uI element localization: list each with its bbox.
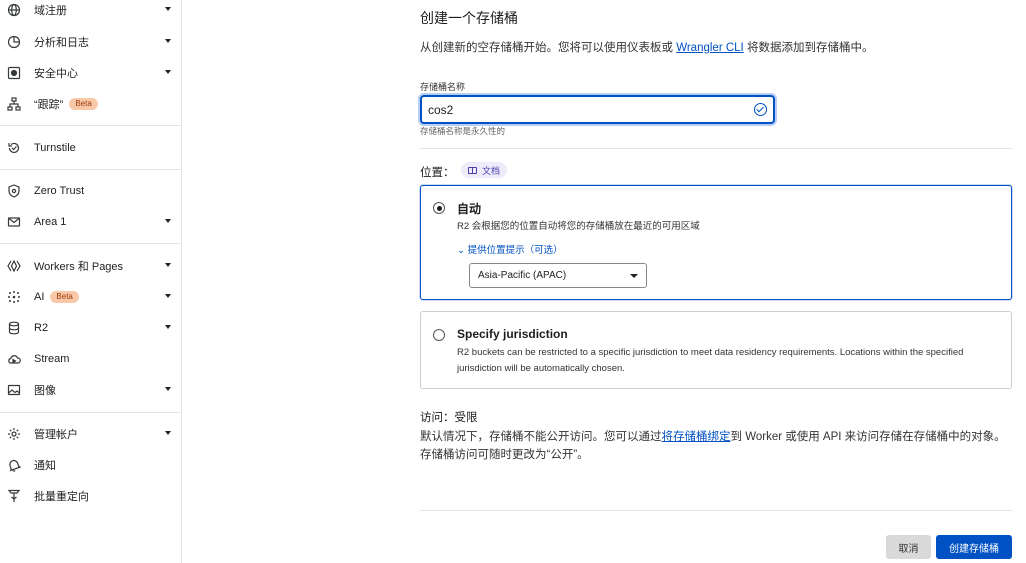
automatic-description: R2 会根据您的位置自动将您的存储桶放在最近的可用区域 [457,221,700,232]
page-subtitle: 从创建新的空存储桶开始。您将可以使用仪表板或 Wrangler CLI 将数据添… [420,39,873,55]
sidebar-item-stream[interactable]: Stream [0,345,181,373]
beta-badge: Beta [50,291,79,303]
sidebar-item-images[interactable]: 图像 [0,376,181,404]
location-hint-select[interactable]: Asia-Pacific (APAC) [469,263,647,288]
sidebar-item-manage-account[interactable]: 管理帐户 [0,420,181,448]
chevron-down-icon [165,263,171,267]
cancel-button[interactable]: 取消 [886,535,931,559]
sidebar-item-label: Workers 和 Pages [34,261,124,273]
database-icon [7,321,21,335]
bucket-name-label: 存储桶名称 [420,82,466,92]
chevron-down-icon [165,325,171,329]
automatic-radio[interactable] [433,202,445,214]
sidebar-item-label: “跟踪” [34,99,64,111]
page-title: 创建一个存储桶 [420,10,518,26]
globe-icon [7,3,21,17]
divider [420,510,1012,511]
jurisdiction-radio[interactable] [433,329,445,341]
chevron-down-icon [165,219,171,223]
sidebar-item-zero-trust[interactable]: Zero Trust [0,177,181,205]
chevron-down-icon [165,431,171,435]
subtitle-text: 将数据添加到存储桶中。 [743,42,874,54]
location-option-jurisdiction[interactable]: Specify jurisdiction R2 buckets can be r… [420,311,1012,389]
access-description: 默认情况下，存储桶不能公开访问。您可以通过将存储桶绑定到 Worker 或使用 … [420,428,1012,464]
chart-icon [7,35,21,49]
sidebar-item-label: Turnstile [34,142,76,154]
create-bucket-button[interactable]: 创建存储桶 [936,535,1012,559]
location-label: 位置： [420,167,455,179]
wrangler-cli-link[interactable]: Wrangler CLI [676,42,744,54]
sidebar-item-analytics-logs[interactable]: 分析和日志 [0,28,181,56]
sidebar-item-area-1[interactable]: Area 1 [0,208,181,236]
turnstile-icon [7,141,21,155]
access-label: 访问： [420,412,455,424]
sidebar-item-trace[interactable]: “跟踪” Beta [0,90,181,118]
sidebar-item-label: 管理帐户 [34,429,78,441]
sidebar-item-label: 通知 [34,460,56,472]
security-center-icon [7,66,21,80]
sitemap-icon [7,97,21,111]
workers-icon [7,259,21,273]
location-hint-toggle-label: 提供位置提示（可选） [467,245,563,256]
bucket-name-hint: 存储桶名称是永久性的 [420,126,506,136]
sidebar-item-workers-pages[interactable]: Workers 和 Pages [0,252,181,280]
bell-icon [7,458,21,472]
redirect-icon [7,489,21,503]
jurisdiction-description: R2 buckets can be restricted to a specif… [457,347,964,374]
sidebar-item-label: Stream [34,353,70,365]
sidebar-item-label: 安全中心 [34,68,78,80]
sidebar-item-r2[interactable]: R2 [0,314,181,342]
chevron-down-icon [165,39,171,43]
shield-icon [7,184,21,198]
chevron-down-icon [165,387,171,391]
ai-sparkle-icon [7,290,21,304]
sidebar-divider [0,125,181,126]
subtitle-text: 从创建新的空存储桶开始。您将可以使用仪表板或 [420,42,677,54]
cloud-icon [7,352,21,366]
bucket-name-value: cos2 [428,102,454,117]
valid-check-icon [754,103,767,116]
sidebar-item-label: 图像 [34,385,56,397]
sidebar-divider [0,243,181,244]
sidebar-item-label: 批量重定向 [34,491,89,503]
sidebar-item-label: Zero Trust [34,185,85,197]
bucket-name-input[interactable]: cos2 [420,95,775,124]
chevron-down-icon [165,7,171,11]
gear-icon [7,427,21,441]
chevron-down-icon [165,294,171,298]
docs-link[interactable]: 文档 [461,162,508,178]
sidebar-divider [0,169,181,170]
bind-bucket-link[interactable]: 将存储桶绑定 [662,431,731,443]
sidebar-item-notifications[interactable]: 通知 [0,451,181,479]
divider [420,148,1012,149]
dropdown-arrow-icon [630,274,638,278]
access-heading: 访问：受限 [420,409,478,425]
location-option-automatic[interactable]: 自动 R2 会根据您的位置自动将您的存储桶放在最近的可用区域 ⌄ 提供位置提示（… [420,185,1012,300]
automatic-title: 自动 [457,202,482,216]
sidebar-divider [0,412,181,413]
sidebar-item-security-center[interactable]: 安全中心 [0,59,181,87]
beta-badge: Beta [69,98,98,110]
sidebar-item-bulk-redirects[interactable]: 批量重定向 [0,482,181,510]
docs-label: 文档 [482,165,501,176]
chevron-down-icon [165,70,171,74]
sidebar-item-ai[interactable]: AI Beta [0,283,181,311]
access-value: 受限 [454,412,478,424]
sidebar-item-domain-registration[interactable]: 域注册 [0,0,181,24]
mail-icon [7,215,21,229]
image-icon [7,383,21,397]
location-hint-value: Asia-Pacific (APAC) [478,270,567,281]
book-icon [468,166,477,174]
jurisdiction-title: Specify jurisdiction [457,327,568,341]
access-text: 默认情况下，存储桶不能公开访问。您可以通过 [420,431,662,443]
sidebar-item-label: Area 1 [34,216,67,228]
sidebar-item-label: R2 [34,322,49,334]
sidebar: 域注册 分析和日志 安全中心 “跟踪” Beta Turnstile Zero … [0,0,182,563]
sidebar-item-turnstile[interactable]: Turnstile [0,134,181,162]
sidebar-item-label: 分析和日志 [34,37,89,49]
location-hint-toggle[interactable]: ⌄ 提供位置提示（可选） [457,242,563,256]
sidebar-item-label: AI [34,291,45,303]
sidebar-item-label: 域注册 [34,5,67,17]
